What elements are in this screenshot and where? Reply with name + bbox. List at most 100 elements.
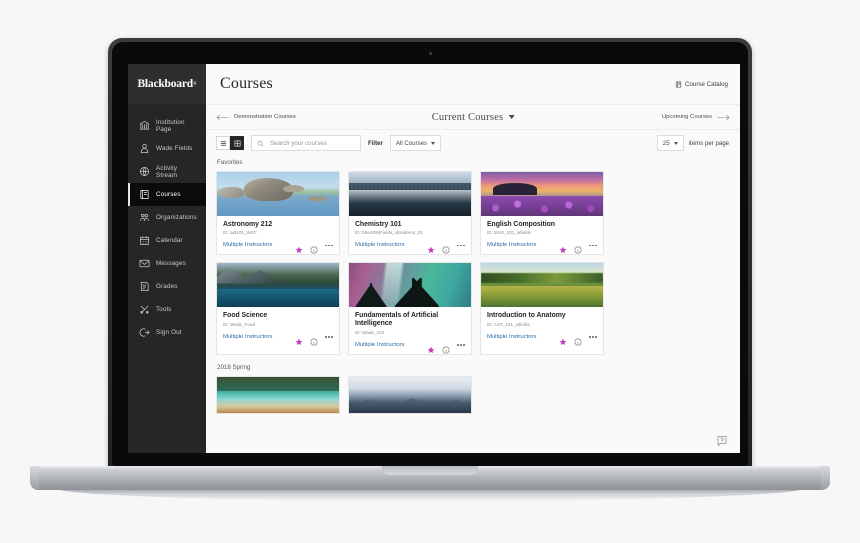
course-instructors-link[interactable]: Multiple Instructors: [355, 342, 404, 348]
search-icon: [257, 140, 264, 147]
course-catalog-link[interactable]: Course Catalog: [675, 81, 728, 88]
course-card[interactable]: Food Science ID: Wade_Food Multiple Inst…: [216, 262, 340, 355]
search-courses-box[interactable]: [251, 135, 361, 151]
tools-icon: [139, 304, 150, 315]
list-view-icon[interactable]: [216, 136, 230, 150]
course-card-actions: [295, 241, 333, 254]
course-id: ID: Wade_102: [355, 329, 385, 335]
favorite-star-icon[interactable]: [295, 241, 303, 254]
sidebar-item-organizations[interactable]: Organizations: [128, 206, 206, 229]
sidebar-item-calendar[interactable]: Calendar: [128, 229, 206, 252]
course-card-footer: Multiple Instructors: [223, 241, 333, 254]
course-instructors-link[interactable]: Multiple Instructors: [223, 242, 272, 248]
course-more-options-icon[interactable]: [457, 244, 465, 247]
course-card[interactable]: Astronomy 212 ID: ast101_WCF Multiple In…: [216, 171, 340, 256]
course-list: Favorites Astronomy 212 ID: ast101_WCF M…: [206, 156, 740, 453]
sidebar-item-label: Institution Page: [156, 118, 185, 133]
items-per-page-group: 25 items per page: [656, 135, 729, 151]
chevron-down-icon: [673, 141, 678, 145]
course-instructors-link[interactable]: Multiple Instructors: [487, 334, 536, 340]
courses-icon: [139, 189, 150, 200]
filter-select[interactable]: All Courses: [389, 135, 442, 151]
course-info-icon[interactable]: [310, 333, 318, 346]
chevron-down-icon: [508, 115, 515, 119]
course-image: [217, 263, 339, 308]
course-instructors-link[interactable]: Multiple Instructors: [487, 242, 536, 248]
grid-view-icon[interactable]: [230, 136, 244, 150]
sidebar-item-sign-out[interactable]: Sign Out: [128, 321, 206, 344]
course-card-body: Introduction to Anatomy ID: AST_101_wfie…: [481, 307, 603, 346]
user-icon: [139, 143, 150, 154]
filter-value: All Courses: [395, 139, 428, 147]
course-card[interactable]: Chemistry 101 ID: bbw19WFields_ultrademo…: [348, 171, 472, 256]
course-card[interactable]: Fundamentals of Artificial Intelligence …: [348, 262, 472, 355]
page-title: Courses: [220, 75, 273, 92]
course-card-actions: [559, 333, 597, 346]
laptop-base-lip: [382, 466, 478, 475]
institution-icon: [139, 120, 150, 131]
favorite-star-icon[interactable]: [559, 241, 567, 254]
course-card-footer: Multiple Instructors: [355, 241, 465, 254]
course-info-icon[interactable]: [574, 333, 582, 346]
course-card-footer: Multiple Instructors: [487, 241, 597, 254]
course-more-options-icon[interactable]: [325, 244, 333, 247]
favorite-star-icon[interactable]: [295, 333, 303, 345]
sidebar-item-tools[interactable]: Tools: [128, 298, 206, 321]
sidebar-item-label: Tools: [156, 306, 172, 313]
chevron-down-icon: [431, 141, 436, 145]
course-more-options-icon[interactable]: [589, 244, 597, 247]
course-card-body: Fundamentals of Artificial Intelligence …: [349, 307, 471, 354]
course-id: ID: AST_101_wfields: [487, 321, 530, 327]
search-input[interactable]: [268, 138, 355, 148]
webcam-icon: [428, 52, 432, 55]
course-more-options-icon[interactable]: [325, 336, 333, 338]
favorite-star-icon[interactable]: [427, 241, 435, 254]
next-term-link[interactable]: Upcoming Courses: [662, 113, 730, 122]
sidebar-item-label: Activity Stream: [156, 164, 178, 179]
laptop-bezel: Blackboard ® Institution Page Wade Field…: [112, 42, 748, 466]
previous-term-link[interactable]: Demonstration Courses: [216, 113, 296, 122]
course-instructors-link[interactable]: Multiple Instructors: [355, 242, 404, 248]
sidebar-item-label: Organizations: [156, 214, 197, 221]
course-catalog-label: Course Catalog: [685, 80, 728, 88]
blackboard-app: Blackboard ® Institution Page Wade Field…: [128, 64, 740, 453]
current-term-label: Current Courses: [431, 111, 504, 123]
sidebar-item-activity-stream[interactable]: Activity Stream: [128, 160, 206, 183]
course-toolbar: Filter All Courses 25 items per pa: [206, 130, 740, 156]
arrow-right-icon: [717, 113, 730, 122]
course-info-icon[interactable]: [442, 241, 450, 254]
course-title: Introduction to Anatomy: [487, 312, 566, 320]
favorite-star-icon[interactable]: [559, 333, 567, 345]
sidebar-item-wade-fields[interactable]: Wade Fields: [128, 137, 206, 160]
course-more-options-icon[interactable]: [589, 336, 597, 338]
course-more-options-icon[interactable]: [457, 343, 465, 346]
course-info-icon[interactable]: [574, 241, 582, 254]
envelope-icon: [139, 258, 150, 269]
sidebar-item-messages[interactable]: Messages: [128, 252, 206, 275]
sidebar-item-label: Courses: [156, 191, 181, 198]
sidebar-item-courses[interactable]: Courses: [128, 183, 206, 206]
course-card-body: Chemistry 101 ID: bbw19WFields_ultrademo…: [349, 216, 471, 254]
course-grid-row: Food Science ID: Wade_Food Multiple Inst…: [216, 262, 729, 355]
course-card-actions: [295, 333, 333, 346]
course-image: [349, 172, 471, 216]
course-card[interactable]: [348, 375, 472, 414]
help-icon[interactable]: [716, 435, 728, 447]
course-card-body: Astronomy 212 ID: ast101_WCF Multiple In…: [217, 216, 339, 254]
sidebar-item-institution-page[interactable]: Institution Page: [128, 114, 206, 137]
sidebar-item-grades[interactable]: Grades: [128, 275, 206, 298]
items-per-page-select[interactable]: 25: [656, 135, 684, 151]
course-card[interactable]: [216, 375, 340, 414]
sign-out-icon: [139, 327, 150, 338]
course-info-icon[interactable]: [310, 241, 318, 254]
laptop-base-right-edge: [821, 466, 830, 490]
course-image: [217, 172, 339, 216]
course-info-icon[interactable]: [442, 341, 450, 354]
view-toggle-group: [216, 136, 244, 150]
course-instructors-link[interactable]: Multiple Instructors: [223, 334, 272, 340]
course-image: [349, 263, 471, 308]
favorite-star-icon[interactable]: [427, 341, 435, 353]
course-card[interactable]: English Composition ID: ENG_101_wfields …: [480, 171, 604, 256]
course-card[interactable]: Introduction to Anatomy ID: AST_101_wfie…: [480, 262, 604, 355]
current-term-selector[interactable]: Current Courses: [432, 112, 515, 123]
